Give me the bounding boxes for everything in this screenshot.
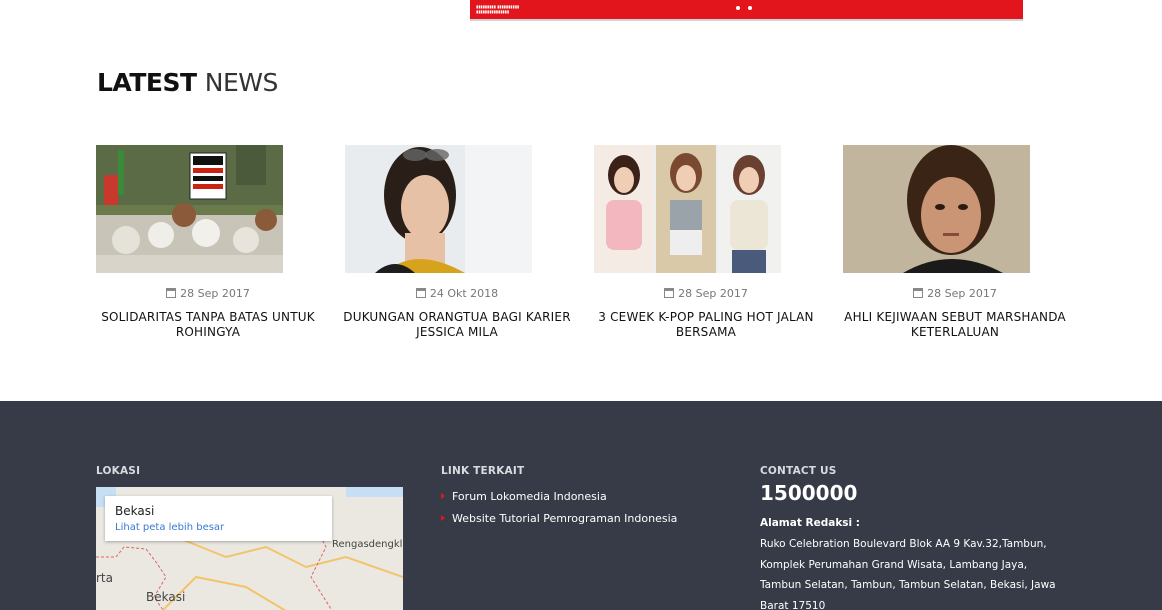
location-map[interactable]: Bekasi Lihat peta lebih besar Rengasdeng… [96,487,403,610]
calendar-icon [913,288,924,298]
news-date-text: 28 Sep 2017 [678,287,748,300]
heading-bold: LATEST [97,68,197,97]
latest-news-heading: LATEST NEWS [97,68,278,97]
banner-ad[interactable]: ▮▮▮▮▮▮▮▮▮ ▮▮▮▮▮▮▮▮▮▮ ▮▮▮▮▮▮▮▮▮▮▮▮▮▮▮ [470,0,1023,21]
map-city: Bekasi [115,504,155,518]
news-date: 28 Sep 2017 [830,287,1080,300]
map-info-card: Bekasi Lihat peta lebih besar [105,496,332,541]
link-label[interactable]: Forum Lokomedia Indonesia [452,490,607,503]
footer: LOKASI Bekasi Lihat peta lebih besar Ren… [0,401,1162,610]
map-label: Bekasi [146,590,186,604]
address-text: Ruko Celebration Boulevard Blok AA 9 Kav… [760,538,1056,610]
map-label: rta [96,571,113,585]
news-thumbnail[interactable] [594,145,781,273]
address-label: Alamat Redaksi : [760,517,861,529]
calendar-icon [166,288,177,298]
news-title[interactable]: SOLIDARITAS TANPA BATAS UNTUK ROHINGYA [83,310,333,340]
caret-right-icon [441,493,445,499]
news-date-text: 28 Sep 2017 [927,287,997,300]
contact-number: 1500000 [760,481,858,505]
contact-heading: CONTACT US [760,465,837,477]
map-larger-link[interactable]: Lihat peta lebih besar [115,522,224,533]
news-date: 28 Sep 2017 [83,287,333,300]
news-thumbnail[interactable] [843,145,1030,273]
related-links: Forum Lokomedia Indonesia Website Tutori… [441,490,677,534]
news-title[interactable]: DUKUNGAN ORANGTUA BAGI KARIER JESSICA MI… [332,310,582,340]
news-date-text: 24 Okt 2018 [429,287,499,300]
news-title[interactable]: 3 CEWEK K-POP PALING HOT JALAN BERSAMA [581,310,831,340]
link-terkait-heading: LINK TERKAIT [441,465,525,477]
banner-dot [736,6,740,10]
map-label: Rengasdengklok [332,539,403,550]
calendar-icon [415,288,426,298]
news-thumbnail[interactable] [345,145,532,273]
news-thumbnail[interactable] [96,145,283,273]
link-item[interactable]: Forum Lokomedia Indonesia [441,490,677,503]
link-label[interactable]: Website Tutorial Pemrograman Indonesia [452,512,677,525]
news-date-text: 28 Sep 2017 [180,287,250,300]
lokasi-heading: LOKASI [96,465,141,477]
banner-dot [748,6,752,10]
news-date: 28 Sep 2017 [581,287,831,300]
news-date: 24 Okt 2018 [332,287,582,300]
news-title[interactable]: AHLI KEJIWAAN SEBUT MARSHANDA KETERLALUA… [830,310,1080,340]
caret-right-icon [441,515,445,521]
banner-ad-graphic: ▮▮▮▮▮▮▮▮▮ ▮▮▮▮▮▮▮▮▮▮ ▮▮▮▮▮▮▮▮▮▮▮▮▮▮▮ [476,4,520,14]
link-item[interactable]: Website Tutorial Pemrograman Indonesia [441,512,677,525]
calendar-icon [664,288,675,298]
heading-light: NEWS [204,68,279,97]
